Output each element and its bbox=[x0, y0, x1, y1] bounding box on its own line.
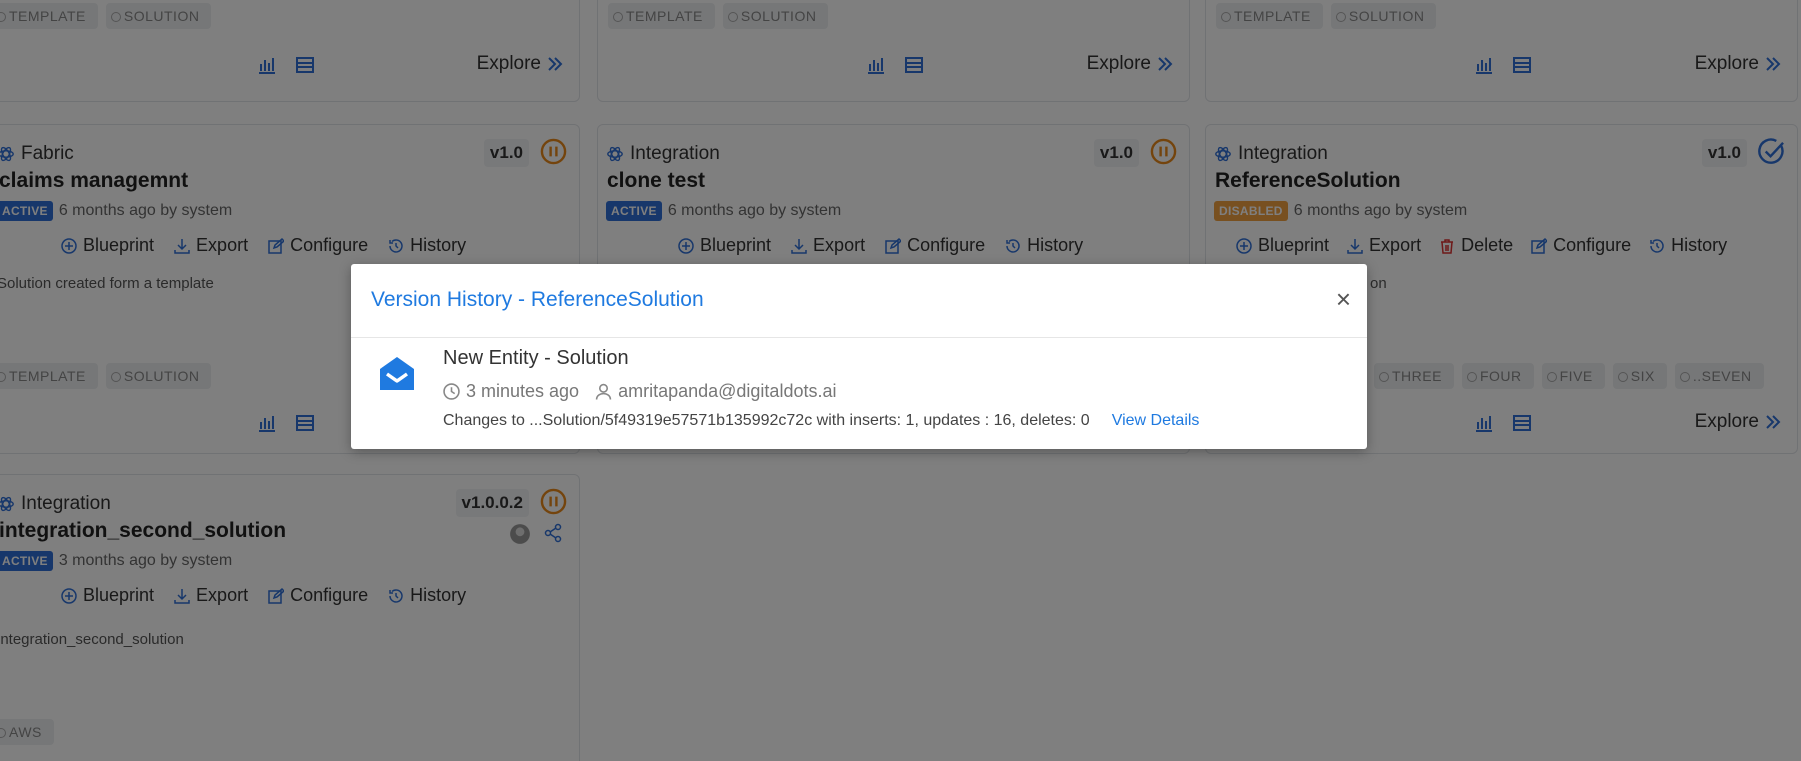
entry-user: amritapanda@digitaldots.ai bbox=[618, 381, 837, 401]
view-details-link[interactable]: View Details bbox=[1112, 412, 1200, 430]
envelope-open-icon bbox=[380, 357, 414, 390]
user-icon bbox=[595, 383, 612, 400]
close-button[interactable]: × bbox=[1336, 286, 1351, 312]
entry-title: New Entity - Solution bbox=[443, 347, 629, 369]
entry-meta: 3 minutes ago amritapanda@digitaldots.ai bbox=[443, 381, 836, 402]
modal-title: Version History - ReferenceSolution bbox=[371, 288, 704, 311]
clock-icon bbox=[443, 383, 460, 400]
entry-time: 3 minutes ago bbox=[466, 381, 580, 401]
entry-changes: Changes to ...Solution/5f49319e57571b135… bbox=[443, 412, 1090, 429]
modal-header: Version History - ReferenceSolution × bbox=[351, 264, 1367, 338]
version-history-modal: Version History - ReferenceSolution × Ne… bbox=[351, 264, 1367, 449]
